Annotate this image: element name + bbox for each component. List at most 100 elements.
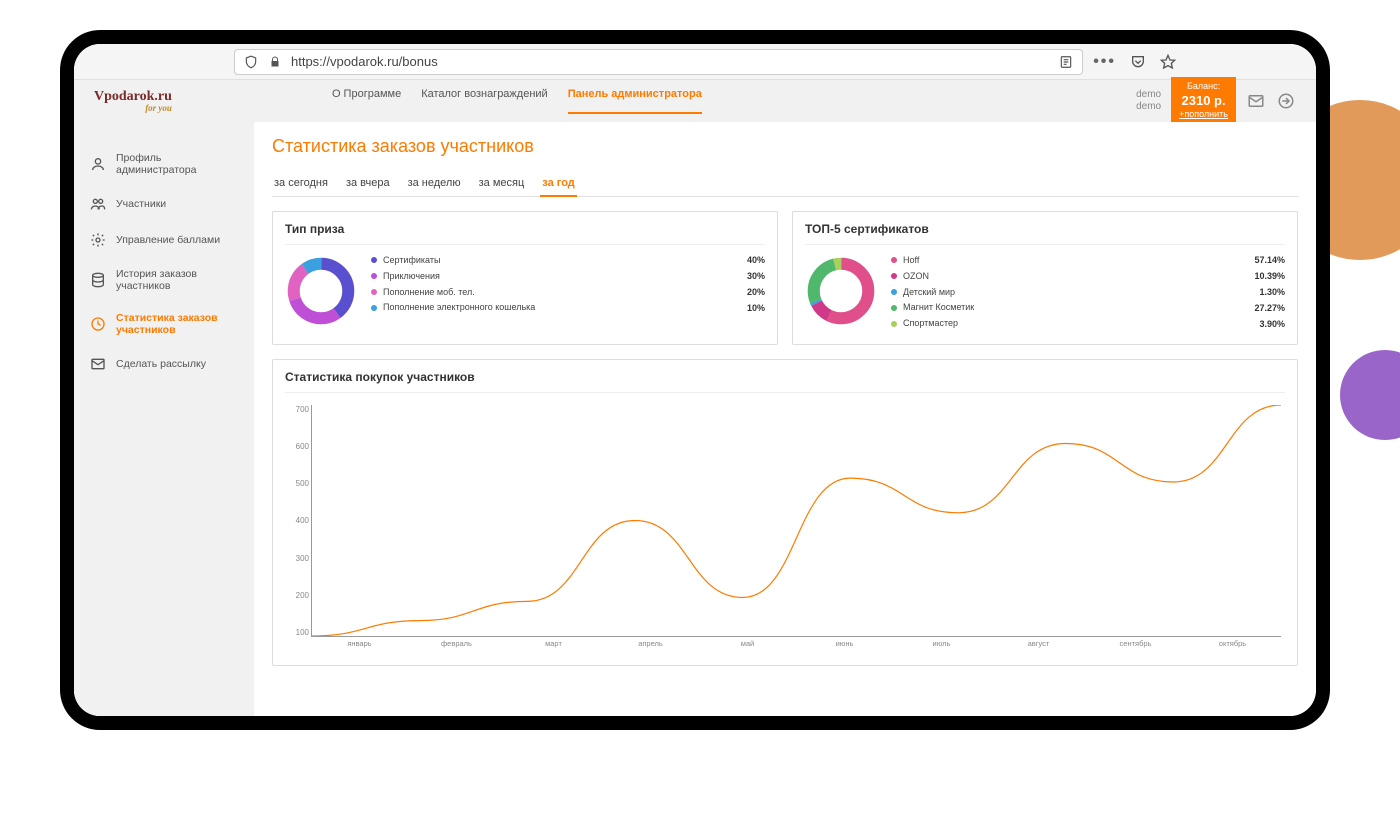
x-tick: октябрь	[1184, 639, 1281, 655]
card-prize-type: Тип приза Сертификаты 40% Приключения30% По…	[272, 211, 778, 345]
legend-row: Сертификаты 40%	[371, 255, 765, 266]
more-icon[interactable]: •••	[1093, 53, 1116, 71]
mail-icon	[90, 356, 106, 372]
legend-value: 1.30%	[1259, 287, 1285, 297]
user-name: demo	[1136, 89, 1161, 101]
site-logo[interactable]: Vpodarok.ru for you	[94, 89, 172, 113]
legend-label: Сертификаты	[383, 255, 739, 266]
legend-value: 20%	[747, 287, 765, 297]
x-tick: май	[699, 639, 796, 655]
main-nav: О Программе Каталог вознаграждений Панель …	[332, 88, 702, 114]
legend-label: Пополнение электронного кошелька	[383, 302, 739, 313]
x-tick: январь	[311, 639, 408, 655]
legend-prize: Сертификаты 40% Приключения30% Пополнение м…	[371, 255, 765, 318]
period-tab[interactable]: за месяц	[477, 171, 527, 196]
database-icon	[90, 272, 106, 288]
legend-label: Hoff	[903, 255, 1246, 266]
nav-item[interactable]: Каталог вознаграждений	[421, 88, 548, 114]
legend-top5: Hoff57.14%OZON10.39%Детский мир1.30%Магн…	[891, 255, 1285, 334]
clock-icon	[90, 316, 106, 332]
balance-topup-link[interactable]: +пополнить	[1179, 109, 1228, 121]
legend-row: Пополнение моб. тел. 20%	[371, 287, 765, 298]
legend-row: Магнит Косметик27.27%	[891, 302, 1285, 313]
legend-dot	[371, 289, 377, 295]
legend-dot	[891, 273, 897, 279]
logout-icon[interactable]	[1276, 91, 1296, 111]
reader-icon[interactable]	[1058, 54, 1074, 70]
chart-plot-area	[311, 405, 1281, 637]
sidebar-item[interactable]: Управление баллами	[74, 222, 254, 258]
x-axis: январьфевральмартапрельмайиюньиюльавгуст…	[311, 639, 1281, 655]
x-tick: апрель	[602, 639, 699, 655]
period-tab[interactable]: за сегодня	[272, 171, 330, 196]
legend-dot	[891, 305, 897, 311]
balance-label: Баланс:	[1179, 81, 1228, 93]
legend-row: Hoff57.14%	[891, 255, 1285, 266]
nav-item[interactable]: О Программе	[332, 88, 401, 114]
card-purchase-stats: Статистика покупок участников 7006005004…	[272, 359, 1298, 666]
sidebar-item[interactable]: Участники	[74, 186, 254, 222]
main-content: Статистика заказов участников за сегодня…	[254, 122, 1316, 716]
site-header: Vpodarok.ru for you О Программе Каталог в…	[74, 80, 1316, 122]
sidebar-item-label: Участники	[116, 198, 166, 210]
y-tick: 700	[285, 405, 309, 414]
user-block: demo demo	[1136, 89, 1161, 113]
device-frame: https://vpodarok.ru/bonus ••• Vpodarok.r…	[60, 30, 1330, 730]
sidebar-item-label: Управление баллами	[116, 234, 220, 246]
sidebar-item-label: Сделать рассылку	[116, 358, 206, 370]
url-field[interactable]: https://vpodarok.ru/bonus	[234, 49, 1083, 75]
x-tick: июль	[893, 639, 990, 655]
legend-value: 10.39%	[1254, 271, 1285, 281]
legend-row: Приключения30%	[371, 271, 765, 282]
legend-dot	[891, 321, 897, 327]
card-top5: ТОП-5 сертификатов Hoff57.14%OZON10.39%Д…	[792, 211, 1298, 345]
star-icon[interactable]	[1160, 54, 1176, 70]
legend-value: 40%	[747, 255, 765, 265]
y-tick: 500	[285, 479, 309, 488]
user-sub: demo	[1136, 101, 1161, 113]
period-tab[interactable]: за вчера	[344, 171, 392, 196]
nav-item[interactable]: Панель администратора	[568, 88, 702, 114]
chart-title: Статистика покупок участников	[285, 370, 1285, 393]
sidebar-item-label: История заказов участников	[116, 268, 238, 292]
card-title: ТОП-5 сертификатов	[805, 222, 1285, 245]
legend-label: OZON	[903, 271, 1246, 282]
sidebar-item[interactable]: Статистика заказов участников	[74, 302, 254, 346]
card-title: Тип приза	[285, 222, 765, 245]
legend-dot	[371, 305, 377, 311]
legend-value: 3.90%	[1259, 319, 1285, 329]
x-tick: август	[990, 639, 1087, 655]
x-tick: март	[505, 639, 602, 655]
donut-chart-prize	[285, 255, 357, 327]
legend-value: 30%	[747, 271, 765, 281]
sidebar-item[interactable]: История заказов участников	[74, 258, 254, 302]
y-axis: 700600500400300200100	[285, 405, 309, 637]
legend-label: Пополнение моб. тел.	[383, 287, 739, 298]
pocket-icon[interactable]	[1130, 54, 1146, 70]
legend-row: Спортмастер3.90%	[891, 318, 1285, 329]
url-text: https://vpodarok.ru/bonus	[291, 54, 438, 69]
balance-value: 2310 р.	[1179, 93, 1228, 110]
sidebar-item-label: Профиль администратора	[116, 152, 238, 176]
line-chart: 700600500400300200100 январьфевральмарта…	[285, 405, 1285, 655]
period-tab[interactable]: за неделю	[406, 171, 463, 196]
x-tick: февраль	[408, 639, 505, 655]
period-tab[interactable]: за год	[540, 171, 577, 197]
legend-row: OZON 10.39%	[891, 271, 1285, 282]
mail-icon[interactable]	[1246, 91, 1266, 111]
balance-block: Баланс: 2310 р. +пополнить	[1171, 77, 1236, 125]
sidebar-item[interactable]: Профиль администратора	[74, 142, 254, 186]
sidebar-item[interactable]: Сделать рассылку	[74, 346, 254, 382]
donut-chart-top5	[805, 255, 877, 327]
y-tick: 200	[285, 591, 309, 600]
x-tick: сентябрь	[1087, 639, 1184, 655]
logo-subtext: for you	[94, 103, 172, 113]
browser-url-bar: https://vpodarok.ru/bonus •••	[74, 44, 1316, 80]
legend-value: 10%	[747, 303, 765, 313]
legend-dot	[371, 273, 377, 279]
y-tick: 100	[285, 628, 309, 637]
legend-dot	[891, 289, 897, 295]
shield-icon	[243, 54, 259, 70]
user-icon	[90, 156, 106, 172]
x-tick: июнь	[796, 639, 893, 655]
